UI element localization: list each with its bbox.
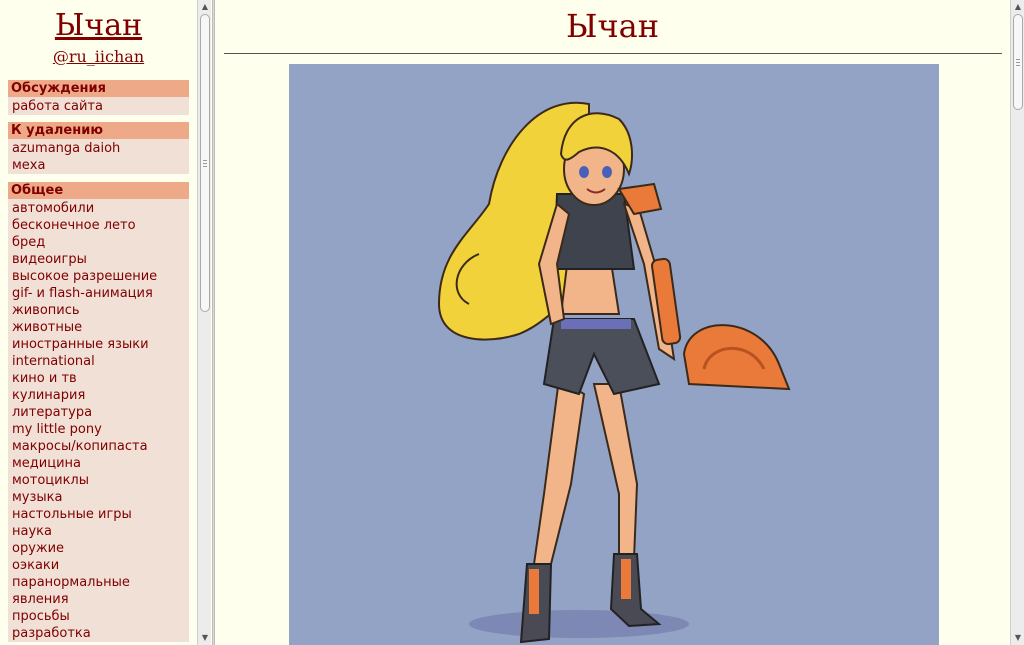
menu-list: работа сайта — [8, 97, 189, 115]
menu-item-link[interactable]: видеоигры — [8, 251, 189, 268]
menu-item-link[interactable]: оружие — [8, 540, 189, 557]
menu-item-link[interactable]: автомобили — [8, 200, 189, 217]
title-divider — [224, 53, 1002, 54]
menu-item-link[interactable]: живопись — [8, 302, 189, 319]
menu-item-link[interactable]: высокое разрешение — [8, 268, 189, 285]
menu-item-link[interactable]: наука — [8, 523, 189, 540]
menu-item-link[interactable]: работа сайта — [8, 98, 189, 115]
menu-item-link[interactable]: макросы/копипаста — [8, 438, 189, 455]
menu-section-to-delete: К удалению azumanga daioh меха — [8, 122, 189, 174]
menu-item-link[interactable]: животные — [8, 319, 189, 336]
menu-list: azumanga daioh меха — [8, 139, 189, 174]
left-navigation-frame: Ычан @ru_iichan Обсуждения работа сайта … — [0, 0, 212, 645]
menu-section-header: К удалению — [8, 122, 189, 139]
site-title-link[interactable]: Ычан — [0, 6, 197, 46]
menu-item-link[interactable]: кулинария — [8, 387, 189, 404]
menu-item-link[interactable]: литература — [8, 404, 189, 421]
left-frame-scrollbar[interactable]: ▲ ▼ — [197, 0, 211, 645]
menu-item-link[interactable]: медицина — [8, 455, 189, 472]
menu-item-link[interactable]: international — [8, 353, 189, 370]
menu-section-header: Общее — [8, 182, 189, 199]
banner-image — [289, 64, 939, 645]
menu-list: автомобили бесконечное лето бред видеоигры в… — [8, 199, 189, 642]
main-content-frame: Ычан — [215, 0, 1010, 645]
menu-item-link[interactable]: azumanga daioh — [8, 140, 189, 157]
menu-section-general: Общее автомобили бесконечное лето бред виде… — [8, 182, 189, 642]
menu-item-link[interactable]: музыка — [8, 489, 189, 506]
scrollbar-thumb[interactable] — [200, 14, 210, 312]
menu-item-link[interactable]: иностранные языки — [8, 336, 189, 353]
scroll-up-arrow-icon[interactable]: ▲ — [1011, 0, 1024, 14]
anime-girl-illustration — [437, 101, 791, 644]
menu-item-link[interactable]: бесконечное лето — [8, 217, 189, 234]
site-handle-link[interactable]: @ru_iichan — [0, 47, 197, 67]
menu-item-link[interactable]: просьбы — [8, 608, 189, 625]
menu-item-link[interactable]: кино и тв — [8, 370, 189, 387]
board-title: Ычан — [565, 7, 660, 45]
scroll-down-arrow-icon[interactable]: ▼ — [198, 631, 212, 645]
menu-item-link[interactable]: паранормальные — [8, 574, 189, 591]
menu-section-discussions: Обсуждения работа сайта — [8, 80, 189, 115]
menu-item-link[interactable]: настольные игры — [8, 506, 189, 523]
menu-item-link[interactable]: my little pony — [8, 421, 189, 438]
menu-item-link[interactable]: бред — [8, 234, 189, 251]
menu-item-link[interactable]: явления — [8, 591, 189, 608]
menu-item-link[interactable]: разработка — [8, 625, 189, 642]
scroll-up-arrow-icon[interactable]: ▲ — [198, 0, 212, 14]
menu-item-link[interactable]: мотоциклы — [8, 472, 189, 489]
menu-section-header: Обсуждения — [8, 80, 189, 97]
scrollbar-thumb[interactable] — [1013, 14, 1023, 110]
menu-item-link[interactable]: оэкаки — [8, 557, 189, 574]
menu-item-link[interactable]: gif- и flash-анимация — [8, 285, 189, 302]
main-frame-scrollbar[interactable]: ▲ ▼ — [1010, 0, 1024, 645]
scroll-down-arrow-icon[interactable]: ▼ — [1011, 631, 1024, 645]
menu-item-link[interactable]: меха — [8, 157, 189, 174]
